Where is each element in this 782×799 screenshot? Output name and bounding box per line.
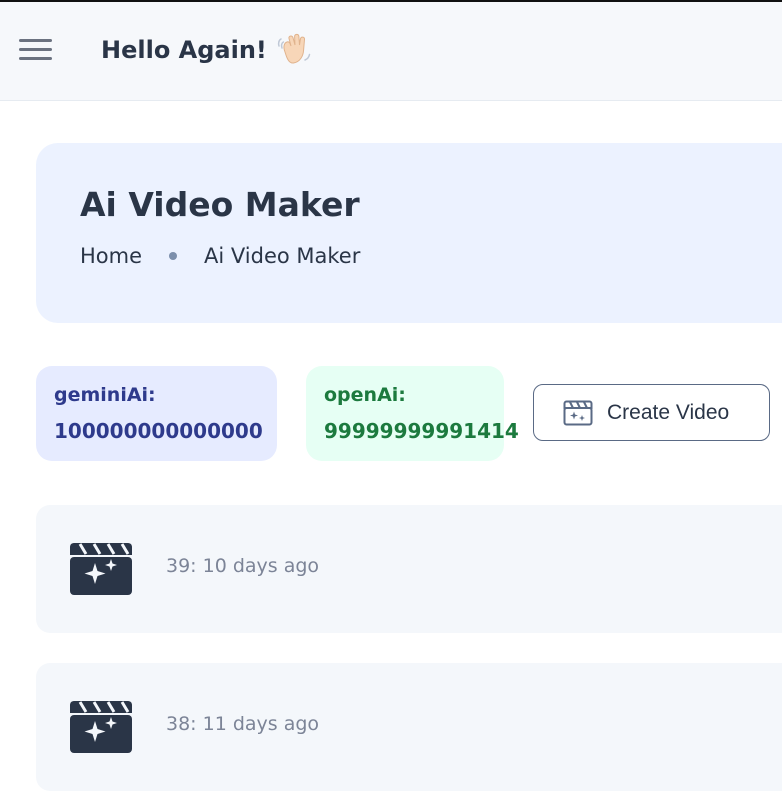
create-video-label: Create Video (607, 400, 730, 424)
gemini-credits-label: geminiAi: (54, 384, 156, 406)
video-list-item[interactable]: 39: 10 days ago (36, 505, 782, 633)
top-header: Hello Again! (0, 2, 782, 101)
video-list-item[interactable]: 38: 11 days ago (36, 663, 782, 791)
openai-credits-value: 99999999991414 (324, 419, 519, 443)
waving-hand-icon (277, 33, 311, 64)
page-hero-banner: Ai Video Maker Home Ai Video Maker (36, 143, 782, 323)
video-item-label: 38: 11 days ago (166, 713, 320, 735)
hamburger-menu-icon[interactable] (18, 36, 54, 64)
gemini-credits-value: 100000000000000 (54, 419, 263, 443)
breadcrumb: Home Ai Video Maker (80, 244, 360, 268)
breadcrumb-separator-dot (169, 252, 178, 260)
greeting-text: Hello Again! (101, 36, 267, 64)
breadcrumb-current: Ai Video Maker (204, 244, 361, 268)
create-video-button[interactable]: Create Video (533, 384, 770, 441)
page-title: Ai Video Maker (80, 185, 360, 224)
video-sparkle-icon (563, 400, 593, 425)
openai-credits-label: openAi: (324, 384, 406, 406)
breadcrumb-home[interactable]: Home (80, 244, 142, 268)
gemini-credits-badge: geminiAi: 100000000000000 (36, 366, 277, 461)
video-sparkle-icon (70, 701, 132, 753)
openai-credits-badge: openAi: 99999999991414 (306, 366, 519, 461)
greeting: Hello Again! (101, 30, 311, 70)
video-sparkle-icon (70, 543, 132, 595)
video-item-label: 39: 10 days ago (166, 555, 320, 577)
